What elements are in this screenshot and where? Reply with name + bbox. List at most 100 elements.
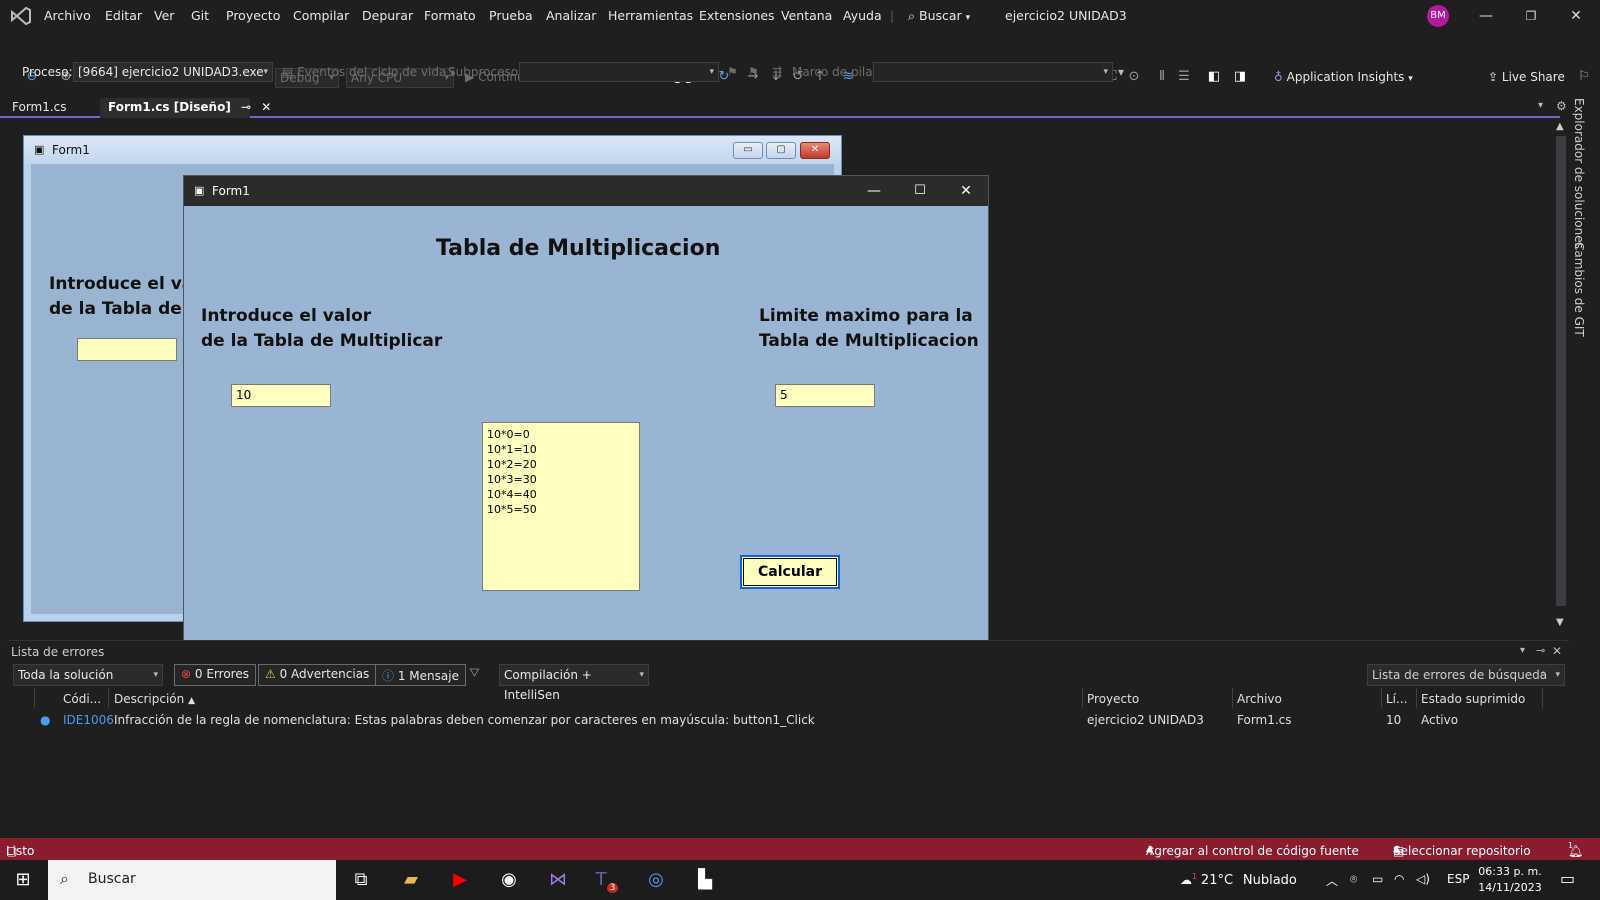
tray-chevron-icon[interactable]: ︿ — [1326, 872, 1338, 889]
battery-icon[interactable]: ▭ — [1372, 872, 1383, 886]
menu-archivo[interactable]: Archivo — [44, 8, 91, 23]
running-app-icon[interactable]: ▙ — [690, 866, 720, 894]
teams-icon[interactable]: T3 — [592, 866, 622, 894]
minimize-icon[interactable]: — — [1466, 4, 1506, 28]
design-minimize-icon[interactable]: ▭ — [733, 142, 763, 159]
menu-proyecto[interactable]: Proyecto — [226, 8, 280, 23]
notifications-button[interactable]: 🔔︎ 1 — [1568, 841, 1583, 858]
menu-git[interactable]: Git — [191, 8, 209, 23]
close-panel-icon[interactable]: ✕ — [1552, 644, 1562, 658]
clock[interactable]: 06:33 p. m. 14/11/2023 — [1476, 864, 1544, 896]
list-item[interactable]: 10*4=40 — [487, 487, 635, 502]
thread-dropdown[interactable] — [519, 62, 719, 82]
solution-explorer-tab[interactable]: Explorador de soluciones — [1572, 98, 1586, 249]
col-code[interactable]: Códi... — [63, 692, 101, 706]
menu-editar[interactable]: Editar — [105, 8, 142, 23]
col-project[interactable]: Proyecto — [1087, 692, 1139, 706]
menu-formato[interactable]: Formato — [424, 8, 476, 23]
list-item[interactable]: 10*0=0 — [487, 427, 635, 442]
calcular-button[interactable]: Calcular — [740, 555, 840, 589]
menu-ver[interactable]: Ver — [154, 8, 174, 23]
pin-icon[interactable]: ⊸ — [241, 100, 251, 114]
flag-icon[interactable]: ⚑ — [727, 65, 738, 79]
flag-threads-icon[interactable]: ⚑ — [748, 65, 759, 79]
youtube-icon[interactable]: ▶ — [445, 866, 475, 894]
list-item[interactable]: 10*3=30 — [487, 472, 635, 487]
restore-icon[interactable]: ❐ — [1511, 4, 1551, 28]
settings-icon[interactable]: ⚙ — [1556, 99, 1567, 113]
runtime-minimize-icon[interactable]: — — [851, 176, 897, 206]
visual-studio-logo-icon[interactable] — [10, 6, 32, 26]
row-code[interactable]: IDE1006 — [63, 713, 114, 727]
github-icon[interactable]: ◉ — [494, 866, 524, 894]
avatar[interactable]: BM — [1427, 5, 1449, 27]
build-filter-dropdown[interactable]: Compilación + IntelliSen — [499, 664, 649, 702]
warnings-filter[interactable]: ⚠ 0 Advertencias — [258, 664, 377, 686]
menu-compilar[interactable]: Compilar — [293, 8, 349, 23]
stack-icon: ⇶ — [772, 65, 783, 79]
meet-icon[interactable]: ⌾ — [1350, 872, 1357, 887]
menu-analizar[interactable]: Analizar — [546, 8, 596, 23]
search-label: Buscar — [919, 8, 962, 23]
tab-list-icon[interactable]: ▾ — [1538, 100, 1543, 111]
chevron-up-icon: ▲ — [1146, 844, 1153, 854]
file-explorer-icon[interactable]: ▰ — [396, 866, 426, 894]
tab-form1-design[interactable]: Form1.cs [Diseño] ⊸ ✕ — [100, 98, 271, 118]
errors-count: 0 Errores — [194, 667, 249, 681]
errors-filter[interactable]: ⊗ 0 Errores — [174, 664, 256, 686]
error-search-input[interactable]: Lista de errores de búsqueda — [1367, 664, 1565, 686]
menu-ventana[interactable]: Ventana — [781, 8, 832, 23]
volume-icon[interactable]: ◁) — [1416, 872, 1430, 886]
stack-frame-dropdown[interactable] — [873, 62, 1113, 82]
scroll-up-icon[interactable]: ▲ — [1556, 121, 1564, 132]
results-listbox[interactable]: 10*0=0 10*1=10 10*2=20 10*3=30 10*4=40 1… — [482, 422, 640, 591]
messages-count: 1 Mensaje — [397, 669, 459, 683]
scroll-down-icon[interactable]: ▼ — [1556, 617, 1564, 628]
weather-widget[interactable]: ☁1 21°C Nublado — [1180, 872, 1297, 888]
close-icon[interactable]: ✕ — [1556, 4, 1596, 28]
col-suppression[interactable]: Estado suprimido — [1421, 692, 1525, 706]
taskbar-search[interactable]: ⌕ Buscar — [48, 860, 336, 900]
scrollbar-thumb[interactable] — [1556, 136, 1566, 606]
search-button[interactable]: ⌕ Buscar ▾ — [908, 8, 970, 24]
lifecycle-events-button[interactable]: ▤ Eventos del ciclo de vida ▾ — [282, 65, 455, 79]
list-item[interactable]: 10*1=10 — [487, 442, 635, 457]
scope-dropdown[interactable]: Toda la solución — [13, 664, 163, 686]
notification-center-icon[interactable]: ▭ — [1560, 869, 1575, 888]
status-ready-label: Listo — [6, 844, 35, 858]
value-input[interactable]: 10 — [231, 384, 331, 407]
col-description[interactable]: Descripción ▲ — [114, 692, 195, 706]
list-item[interactable]: 10*2=20 — [487, 457, 635, 472]
menu-extensiones[interactable]: Extensiones — [699, 8, 775, 23]
wifi-icon[interactable]: ◠ — [1394, 872, 1404, 886]
design-close-icon[interactable]: ✕ — [800, 142, 830, 159]
list-item[interactable]: 10*5=50 — [487, 502, 635, 517]
git-changes-tab[interactable]: Cambios de GIT — [1572, 242, 1586, 337]
runtime-maximize-icon[interactable]: ☐ — [897, 176, 943, 206]
process-dropdown[interactable]: [9664] ejercicio2 UNIDAD3.exe — [73, 62, 273, 82]
design-value-input[interactable] — [77, 338, 177, 361]
menu-prueba[interactable]: Prueba — [489, 8, 533, 23]
close-tab-icon[interactable]: ✕ — [261, 100, 271, 114]
col-line[interactable]: Lí... — [1386, 692, 1407, 706]
menu-herramientas[interactable]: Herramientas — [608, 8, 693, 23]
search-icon[interactable]: ⌕ — [1540, 666, 1547, 681]
windows-start-icon[interactable]: ⊞ — [8, 866, 38, 894]
app-icon[interactable]: ◎ — [641, 866, 671, 894]
filter-icon[interactable]: ⛛ — [469, 666, 480, 681]
overflow-icon[interactable]: ▾ — [1118, 65, 1124, 79]
language-indicator[interactable]: ESP — [1447, 872, 1469, 886]
pin-icon[interactable]: ⊸ — [1536, 644, 1545, 657]
menu-bar: Archivo Editar Ver Git Proyecto Compilar… — [0, 0, 1600, 32]
tab-form1-cs[interactable]: Form1.cs — [4, 98, 75, 118]
runtime-close-icon[interactable]: ✕ — [943, 176, 989, 206]
col-file[interactable]: Archivo — [1237, 692, 1282, 706]
limit-input[interactable]: 5 — [775, 384, 875, 407]
task-view-icon[interactable]: ⧉ — [346, 866, 376, 894]
messages-filter[interactable]: ⓘ 1 Mensaje — [375, 664, 466, 686]
design-maximize-icon[interactable]: ▢ — [766, 142, 796, 159]
menu-depurar[interactable]: Depurar — [362, 8, 413, 23]
panel-menu-icon[interactable]: ▾ — [1520, 645, 1525, 656]
visual-studio-icon[interactable]: ⋈ — [543, 866, 573, 894]
menu-ayuda[interactable]: Ayuda — [843, 8, 882, 23]
